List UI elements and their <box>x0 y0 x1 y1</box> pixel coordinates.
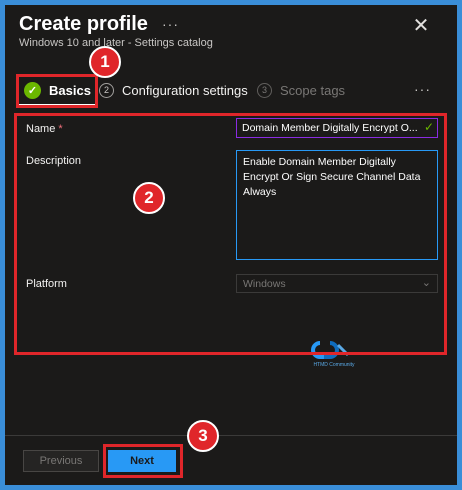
step-number: 2 <box>99 82 114 98</box>
tab-configuration-settings[interactable]: 2 Configuration settings <box>99 80 248 100</box>
footer-divider <box>5 435 457 436</box>
close-icon[interactable]: ✕ <box>409 14 433 38</box>
annotation-box-form <box>14 113 447 355</box>
annotation-badge: 2 <box>133 182 165 214</box>
annotation-badge: 1 <box>89 46 121 78</box>
previous-button[interactable]: Previous <box>23 450 99 472</box>
annotation-box-next <box>103 444 183 478</box>
step-number: 3 <box>257 82 272 98</box>
tab-scope-tags[interactable]: 3 Scope tags <box>257 80 345 100</box>
tabs-overflow-icon[interactable]: ··· <box>414 81 431 97</box>
page-subtitle: Windows 10 and later - Settings catalog <box>19 37 213 49</box>
page-title: Create profile <box>19 13 148 35</box>
watermark-text: HTMD Community <box>313 362 355 368</box>
annotation-box-basics <box>16 74 98 108</box>
more-options-icon[interactable]: ··· <box>162 16 179 32</box>
tab-configuration-settings-label: Configuration settings <box>122 82 248 98</box>
tab-scope-tags-label: Scope tags <box>280 82 346 98</box>
annotation-badge: 3 <box>187 420 219 452</box>
